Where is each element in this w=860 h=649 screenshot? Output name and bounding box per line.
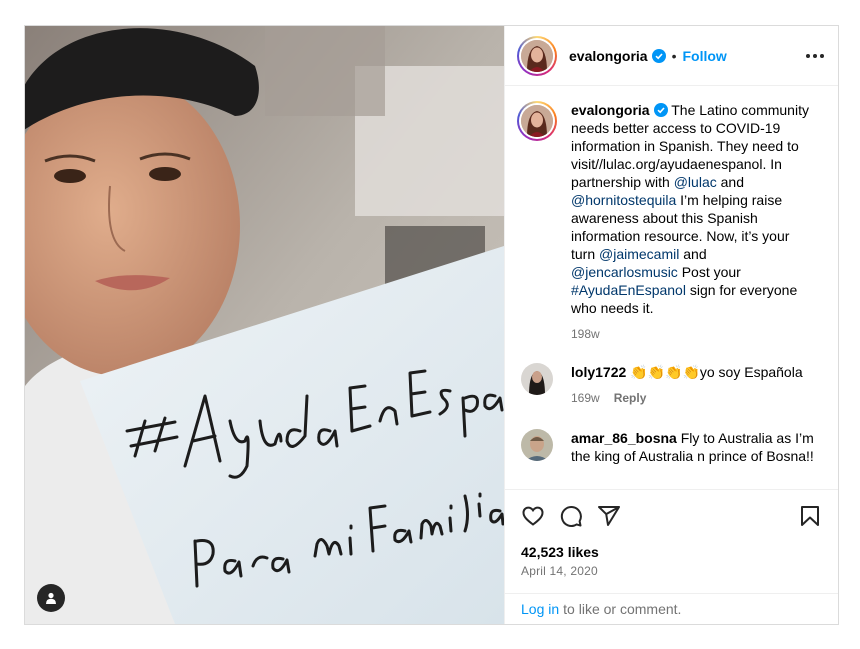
login-footer: Log in to like or comment. xyxy=(505,593,838,624)
post-date: April 14, 2020 xyxy=(521,564,598,578)
caption-link[interactable]: #AyudaEnEspanol xyxy=(571,282,686,298)
caption-link[interactable]: @hornitostequila xyxy=(571,192,676,208)
comment-item: loly1722 👏👏👏👏yo soy Española 169w Reply xyxy=(505,363,838,405)
login-footer-text: to like or comment. xyxy=(563,601,682,617)
caption-link[interactable]: @jencarlosmusic xyxy=(571,264,678,280)
post-username[interactable]: evalongoria xyxy=(569,48,648,64)
user-tag-icon xyxy=(46,592,56,604)
heart-icon xyxy=(522,506,544,526)
follow-button[interactable]: Follow xyxy=(683,48,727,64)
reply-button[interactable]: Reply xyxy=(614,391,647,405)
post-photo-illustration xyxy=(25,26,504,624)
caption-segment: and xyxy=(679,246,707,262)
share-icon xyxy=(598,506,620,526)
verified-icon xyxy=(651,48,666,63)
user-tag-button[interactable] xyxy=(37,584,65,612)
action-bar xyxy=(521,503,822,529)
comments-list[interactable]: evalongoria The Latino community needs b… xyxy=(505,87,838,489)
post-header: evalongoria • Follow xyxy=(505,26,838,86)
comment-icon xyxy=(560,505,582,527)
save-button[interactable] xyxy=(798,504,822,528)
like-button[interactable] xyxy=(521,504,545,528)
avatar-image xyxy=(521,105,553,137)
comment-username[interactable]: amar_86_bosna xyxy=(571,430,677,446)
caption: evalongoria The Latino community needs b… xyxy=(505,87,838,341)
divider xyxy=(505,489,838,490)
caption-time: 198w xyxy=(571,327,600,341)
commenter-avatar[interactable] xyxy=(521,429,553,461)
caption-username[interactable]: evalongoria xyxy=(571,102,650,118)
post-card: evalongoria • Follow evalongoria The Lat… xyxy=(24,25,839,625)
login-link[interactable]: Log in xyxy=(521,601,559,617)
avatar-image xyxy=(521,363,553,395)
comment-meta: 169w Reply xyxy=(571,391,647,405)
commenter-avatar[interactable] xyxy=(521,363,553,395)
comment-item: amar_86_bosna Fly to Australia as I’m th… xyxy=(505,429,838,465)
bookmark-icon xyxy=(801,506,819,526)
caption-link[interactable]: @lulac xyxy=(674,174,717,190)
comment-username[interactable]: loly1722 xyxy=(571,364,626,380)
more-icon[interactable] xyxy=(806,53,824,58)
post-photo[interactable] xyxy=(25,26,504,624)
caption-link[interactable]: @jaimecamil xyxy=(599,246,679,262)
profile-avatar[interactable] xyxy=(517,35,557,76)
separator-dot: • xyxy=(671,47,677,64)
share-button[interactable] xyxy=(597,504,621,528)
comment-text: amar_86_bosna Fly to Australia as I’m th… xyxy=(571,430,814,464)
comment-button[interactable] xyxy=(559,504,583,528)
comment-text: loly1722 👏👏👏👏yo soy Española xyxy=(571,364,803,380)
verified-icon xyxy=(653,103,668,117)
caption-text: evalongoria The Latino community needs b… xyxy=(571,101,816,317)
caption-segment: Post your xyxy=(677,264,741,280)
avatar-image xyxy=(521,39,553,72)
likes-count[interactable]: 42,523 likes xyxy=(521,544,599,560)
caption-avatar[interactable] xyxy=(517,101,557,141)
avatar-image xyxy=(521,429,553,461)
post-panel: evalongoria • Follow evalongoria The Lat… xyxy=(504,26,838,624)
caption-segment: and xyxy=(716,174,744,190)
